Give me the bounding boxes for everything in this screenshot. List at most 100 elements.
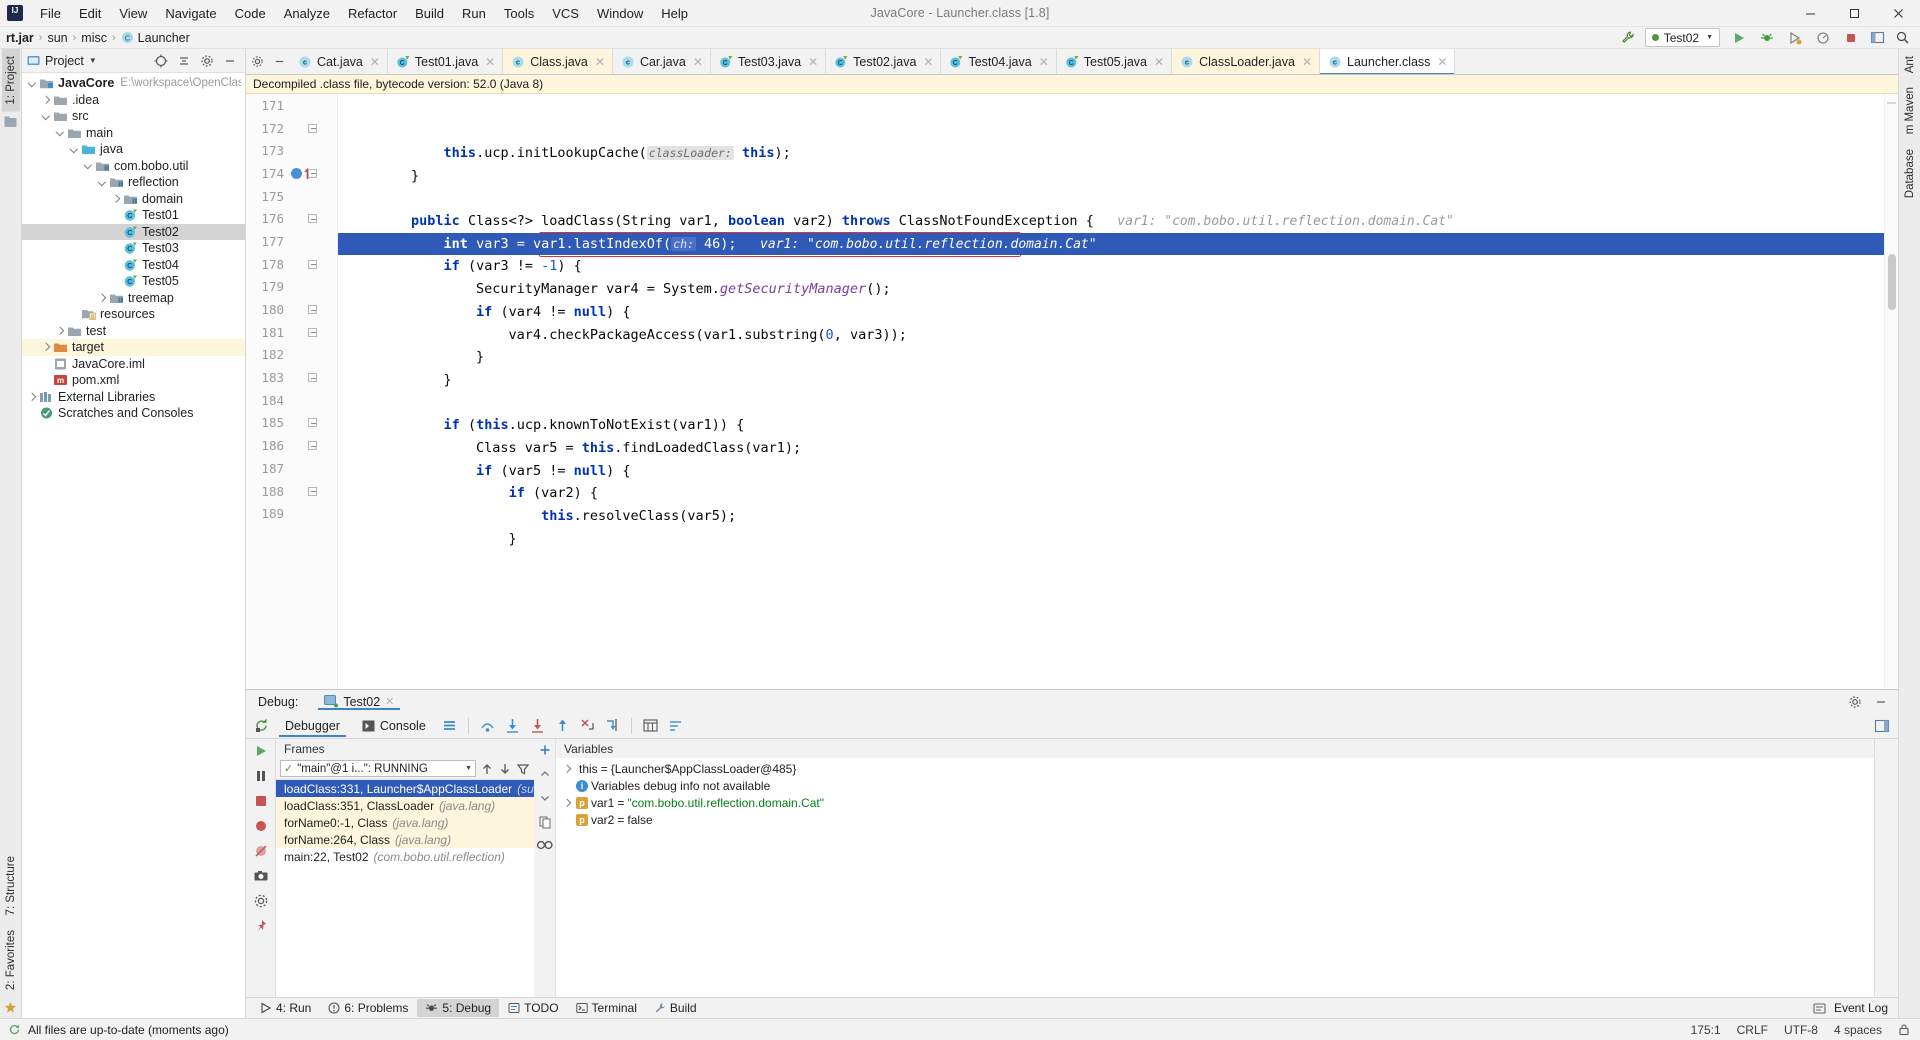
bottom-tab-6problems[interactable]: 6: Problems: [320, 999, 416, 1017]
sidebar-item-project[interactable]: 1: Project: [1, 49, 20, 112]
menu-file[interactable]: File: [31, 2, 70, 25]
gutter-row[interactable]: 186: [246, 434, 337, 457]
stop-icon[interactable]: [1842, 29, 1860, 47]
infinity-icon[interactable]: [536, 839, 554, 851]
editor-code-area[interactable]: this.ucp.initLookupCache(classLoader: th…: [338, 94, 1884, 689]
tree-item-test[interactable]: test: [22, 323, 245, 340]
run-to-cursor-icon[interactable]: [604, 717, 621, 734]
sidebar-item-database[interactable]: Database: [1901, 142, 1919, 205]
force-step-into-icon[interactable]: [529, 717, 546, 734]
bottom-tab-terminal[interactable]: Terminal: [568, 999, 645, 1017]
tree-item-pomxml[interactable]: m pom.xml: [22, 372, 245, 389]
code-line-174[interactable]: public Class<?> loadClass(String var1, b…: [338, 210, 1884, 233]
fold-start-icon[interactable]: [308, 418, 317, 428]
fold-end-icon[interactable]: [308, 123, 317, 133]
step-over-icon[interactable]: [479, 717, 496, 734]
tree-item-test02[interactable]: C Test02: [22, 223, 245, 240]
project-tree[interactable]: JavaCore E:\workspace\OpenClassWork .idea s…: [22, 73, 245, 1018]
camera-icon[interactable]: [253, 868, 269, 884]
close-button[interactable]: [1876, 0, 1920, 27]
code-line-180[interactable]: }: [338, 346, 1884, 369]
breadcrumb-item-rtjar[interactable]: rt.jar: [6, 31, 34, 45]
menu-icon[interactable]: [441, 717, 458, 734]
chevron-right-icon[interactable]: [97, 292, 108, 303]
debug-icon[interactable]: [1758, 29, 1776, 47]
fold-start-icon[interactable]: [308, 168, 317, 178]
tabs-settings-icon[interactable]: [246, 49, 268, 74]
chevron-down-icon[interactable]: [97, 177, 108, 188]
arrow-up-icon[interactable]: [480, 762, 494, 776]
add-icon[interactable]: [538, 743, 552, 757]
close-icon[interactable]: ✕: [370, 55, 380, 69]
menu-vcs[interactable]: VCS: [543, 2, 588, 25]
code-line-179[interactable]: var4.checkPackageAccess(var1.substring(0…: [338, 324, 1884, 347]
tab-console[interactable]: Console: [351, 716, 437, 736]
settings-icon[interactable]: [253, 893, 269, 909]
caret-position[interactable]: 175:1: [1691, 1023, 1721, 1037]
gutter-row[interactable]: 184: [246, 389, 337, 412]
gutter-row[interactable]: 187: [246, 457, 337, 480]
chevron-right-icon[interactable]: [41, 342, 52, 353]
breadcrumb-item-sun[interactable]: sun: [47, 31, 67, 45]
editor-gutter[interactable]: 171 172 173 174 175 176 177 178 179 180 181 182 183 1…: [246, 94, 338, 689]
menu-help[interactable]: Help: [652, 2, 697, 25]
close-icon[interactable]: ✕: [485, 55, 495, 69]
code-line-187[interactable]: this.resolveClass(var5);: [338, 505, 1884, 528]
gutter-row[interactable]: 177: [246, 230, 337, 253]
tab-debugger[interactable]: Debugger: [274, 716, 351, 737]
minus-icon[interactable]: [1874, 695, 1888, 709]
hide-icon[interactable]: [223, 54, 237, 68]
variable-row[interactable]: p var2 = false: [556, 811, 1874, 828]
breakpoints-icon[interactable]: [253, 818, 269, 834]
fold-start-icon[interactable]: [308, 214, 317, 224]
gutter-row[interactable]: 178: [246, 253, 337, 276]
tree-item-resources[interactable]: resources: [22, 306, 245, 323]
encoding[interactable]: UTF-8: [1784, 1023, 1818, 1037]
run-configuration-selector[interactable]: Test02 ▼: [1644, 28, 1720, 47]
code-line-177[interactable]: SecurityManager var4 = System.getSecurit…: [338, 278, 1884, 301]
run-icon[interactable]: [1730, 29, 1748, 47]
gutter-row[interactable]: 176: [246, 207, 337, 230]
editor-tab-carjava[interactable]: c Car.java ✕: [612, 49, 711, 74]
tree-item-test01[interactable]: C Test01: [22, 207, 245, 224]
chevron-down-icon[interactable]: ▼: [465, 765, 472, 772]
pin-icon[interactable]: [253, 918, 269, 934]
close-icon[interactable]: ✕: [595, 55, 605, 69]
tree-item-test04[interactable]: C Test04: [22, 257, 245, 274]
menu-analyze[interactable]: Analyze: [275, 2, 339, 25]
editor-tab-launcherclass[interactable]: c Launcher.class ✕: [1320, 49, 1456, 74]
gutter-row[interactable]: 171: [246, 94, 337, 117]
tree-item-target[interactable]: target: [22, 339, 245, 356]
wrench-icon[interactable]: [1620, 30, 1635, 45]
close-icon[interactable]: ✕: [1437, 55, 1447, 69]
gutter-row[interactable]: 179: [246, 276, 337, 299]
menu-navigate[interactable]: Navigate: [156, 2, 225, 25]
chevron-right-icon[interactable]: [41, 94, 52, 105]
frame-item[interactable]: main:22, Test02 (com.bobo.util.reflection…: [276, 848, 534, 865]
tree-item-reflection[interactable]: reflection: [22, 174, 245, 191]
menu-tools[interactable]: Tools: [495, 2, 543, 25]
step-into-icon[interactable]: [504, 717, 521, 734]
code-line-178[interactable]: if (var4 != null) {: [338, 301, 1884, 324]
chevron-right-icon[interactable]: [27, 391, 38, 402]
search-icon[interactable]: [1895, 30, 1910, 45]
close-icon[interactable]: ✕: [1154, 55, 1164, 69]
stop-icon[interactable]: [253, 793, 269, 809]
fold-end-icon[interactable]: [308, 305, 317, 315]
tree-item-src[interactable]: src: [22, 108, 245, 125]
code-line-181[interactable]: }: [338, 369, 1884, 392]
variable-row[interactable]: i Variables debug info not available: [556, 777, 1874, 794]
menu-window[interactable]: Window: [588, 2, 652, 25]
gutter-row[interactable]: 173: [246, 139, 337, 162]
layout-icon[interactable]: [1870, 30, 1885, 45]
line-separator[interactable]: CRLF: [1737, 1023, 1768, 1037]
editor-tab-classjava[interactable]: c Class.java ✕: [503, 49, 613, 74]
arrow-down-icon[interactable]: [498, 762, 512, 776]
chevron-down-icon[interactable]: [27, 78, 38, 89]
tree-item-externallibraries[interactable]: External Libraries: [22, 389, 245, 406]
tree-item-comboboutil[interactable]: com.bobo.util: [22, 158, 245, 175]
lock-icon[interactable]: [1898, 1023, 1910, 1036]
chevron-down-icon[interactable]: [69, 144, 80, 155]
tabs-hide-icon[interactable]: [268, 49, 290, 74]
breadcrumb-item-misc[interactable]: misc: [81, 31, 107, 45]
